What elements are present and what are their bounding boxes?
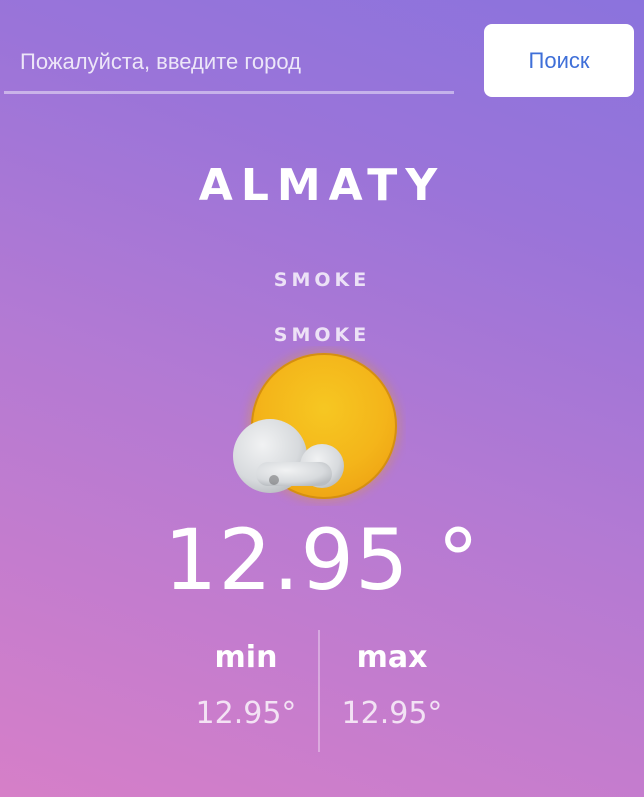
min-label: min — [214, 640, 278, 675]
current-temperature: 12.95 ° — [163, 511, 481, 609]
search-button[interactable]: Поиск — [484, 24, 634, 97]
weather-description: SMOKE — [273, 269, 371, 291]
city-search-input[interactable] — [4, 32, 454, 94]
max-temperature-value: 12.95° — [341, 696, 443, 731]
max-label: max — [356, 640, 428, 675]
search-bar: Поиск — [0, 0, 644, 110]
city-name: ALMATY — [198, 160, 446, 211]
sun-behind-cloud-icon — [226, 346, 406, 506]
min-temperature-block: min 12.95° — [166, 630, 326, 742]
min-max-panel: min 12.95° max 12.95° — [0, 630, 644, 752]
weather-description-secondary: SMOKE — [273, 324, 371, 346]
max-temperature-block: max 12.95° — [312, 630, 472, 742]
min-temperature-value: 12.95° — [195, 696, 297, 731]
